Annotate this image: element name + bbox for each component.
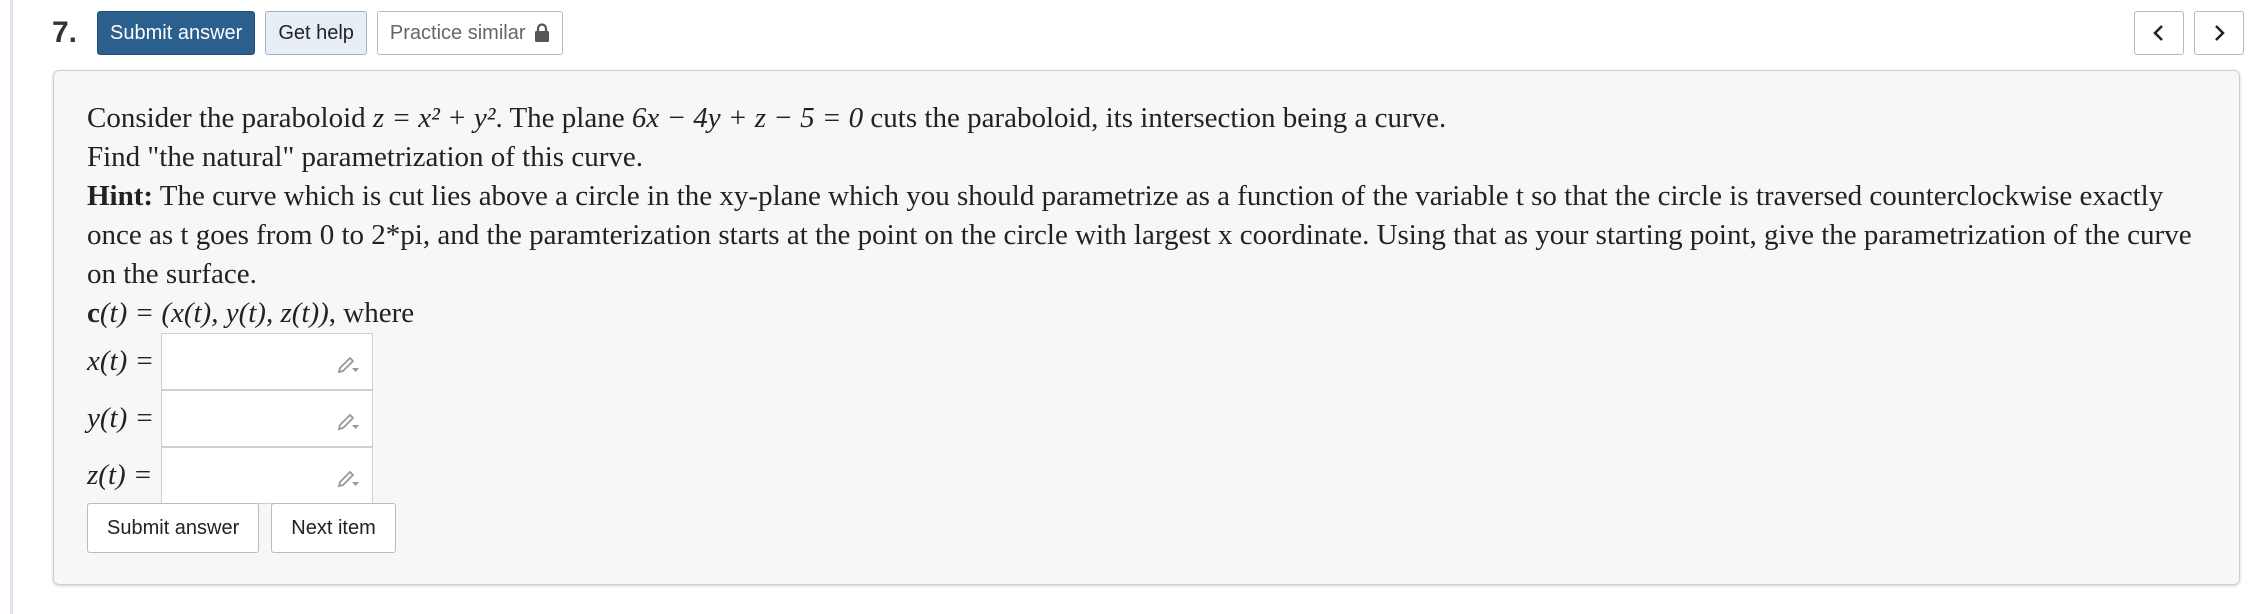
submit-answer-button[interactable]: Submit answer — [97, 11, 256, 55]
x-input-row: x(t) = — [87, 333, 2217, 390]
left-rule — [10, 0, 13, 614]
pencil-icon — [337, 413, 359, 431]
problem-line-1: Consider the paraboloid z = x² + y². The… — [87, 99, 2217, 138]
x-input-label: x(t) = — [87, 345, 155, 377]
hint-paragraph: Hint: The curve which is cut lies above … — [87, 177, 2217, 294]
lock-icon — [534, 23, 549, 42]
problem-statement: Consider the paraboloid z = x² + y². The… — [87, 99, 2217, 504]
x-answer-input[interactable] — [161, 333, 373, 390]
next-question-button[interactable] — [2194, 11, 2244, 55]
z-input-row: z(t) = — [87, 447, 2217, 504]
next-item-button[interactable]: Next item — [271, 503, 396, 553]
question-card: Consider the paraboloid z = x² + y². The… — [53, 70, 2240, 585]
plane-equation: 6x − 4y + z − 5 = 0 — [631, 102, 864, 134]
param-vector-symbol: c — [87, 297, 100, 329]
y-input-label: y(t) = — [87, 402, 155, 434]
question-toolbar: 7. Submit answer Get help Practice simil… — [52, 11, 563, 55]
problem-line-2: Find "the natural" parametrization of th… — [87, 141, 643, 173]
y-answer-input[interactable] — [161, 390, 373, 447]
problem-text: cuts the paraboloid, its intersection be… — [863, 102, 1447, 134]
problem-text: . The plane — [495, 102, 632, 134]
paraboloid-equation: z = x² + y² — [372, 102, 496, 134]
z-input-label: z(t) = — [87, 459, 153, 491]
practice-similar-label: Practice similar — [389, 21, 526, 44]
y-input-row: y(t) = — [87, 390, 2217, 447]
hint-label: Hint: — [87, 180, 154, 212]
chevron-right-icon — [2215, 25, 2225, 41]
pencil-icon — [337, 356, 359, 374]
answer-actions: Submit answer Next item — [87, 503, 396, 553]
previous-question-button[interactable] — [2134, 11, 2184, 55]
problem-text: Consider the paraboloid — [87, 102, 373, 134]
practice-similar-button: Practice similar — [376, 11, 563, 55]
parametrization-line: c(t) = (x(t), y(t), z(t)), where — [87, 294, 2217, 333]
param-definition: (t) = (x(t), y(t), z(t)) — [99, 297, 329, 329]
hint-text: The curve which is cut lies above a circ… — [87, 180, 2192, 290]
submit-answer-bottom-button[interactable]: Submit answer — [87, 503, 260, 553]
question-navigation — [2134, 11, 2244, 55]
param-where: , where — [328, 297, 415, 329]
question-number: 7. — [52, 16, 78, 49]
z-answer-input[interactable] — [161, 447, 373, 504]
get-help-button[interactable]: Get help — [265, 11, 367, 55]
pencil-icon — [337, 470, 359, 488]
chevron-left-icon — [2153, 25, 2163, 41]
